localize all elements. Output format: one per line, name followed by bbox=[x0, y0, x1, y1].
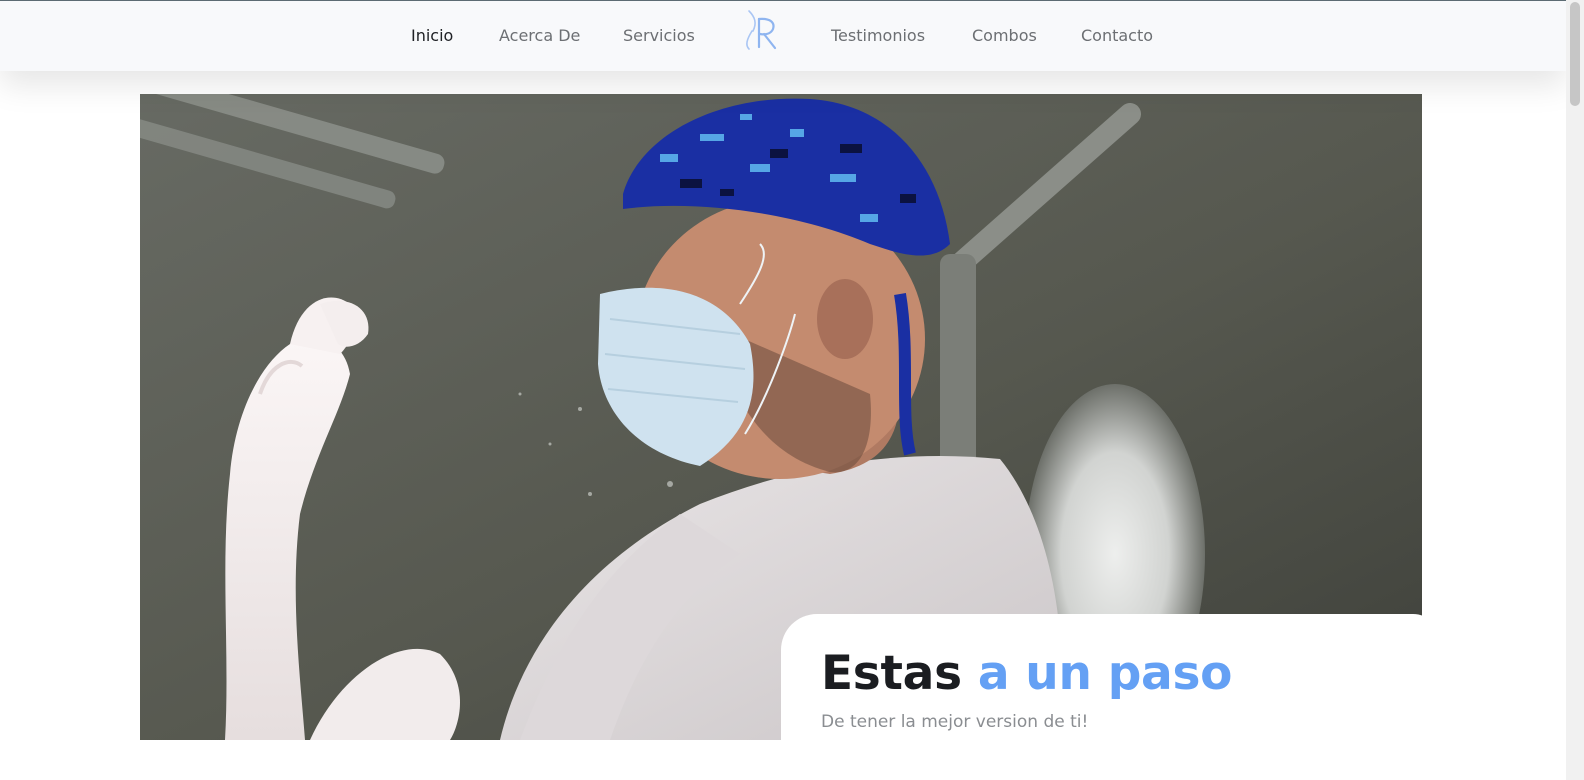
nav-link-servicios[interactable]: Servicios bbox=[623, 26, 695, 45]
page-scrollbar[interactable] bbox=[1566, 0, 1584, 780]
nav-link-combos[interactable]: Combos bbox=[972, 26, 1037, 45]
hero-heading-dark: Estas bbox=[821, 646, 962, 701]
page: Inicio Acerca De Servicios Testimonios C… bbox=[0, 0, 1584, 780]
letter-r-logo-icon[interactable] bbox=[741, 9, 783, 53]
hero-caption-card: Estas a un paso De tener la mejor versio… bbox=[781, 614, 1441, 780]
nav-link-testimonios[interactable]: Testimonios bbox=[831, 26, 925, 45]
hero-heading: Estas a un paso bbox=[821, 646, 1232, 702]
nav-link-contacto[interactable]: Contacto bbox=[1081, 26, 1153, 45]
scrollbar-thumb[interactable] bbox=[1570, 2, 1580, 106]
nav-link-acerca-de[interactable]: Acerca De bbox=[499, 26, 580, 45]
hero-subheading: De tener la mejor version de ti! bbox=[821, 712, 1089, 732]
top-navbar: Inicio Acerca De Servicios Testimonios C… bbox=[0, 0, 1566, 71]
nav-link-inicio[interactable]: Inicio bbox=[411, 26, 453, 45]
hero-heading-accent: a un paso bbox=[977, 646, 1233, 701]
